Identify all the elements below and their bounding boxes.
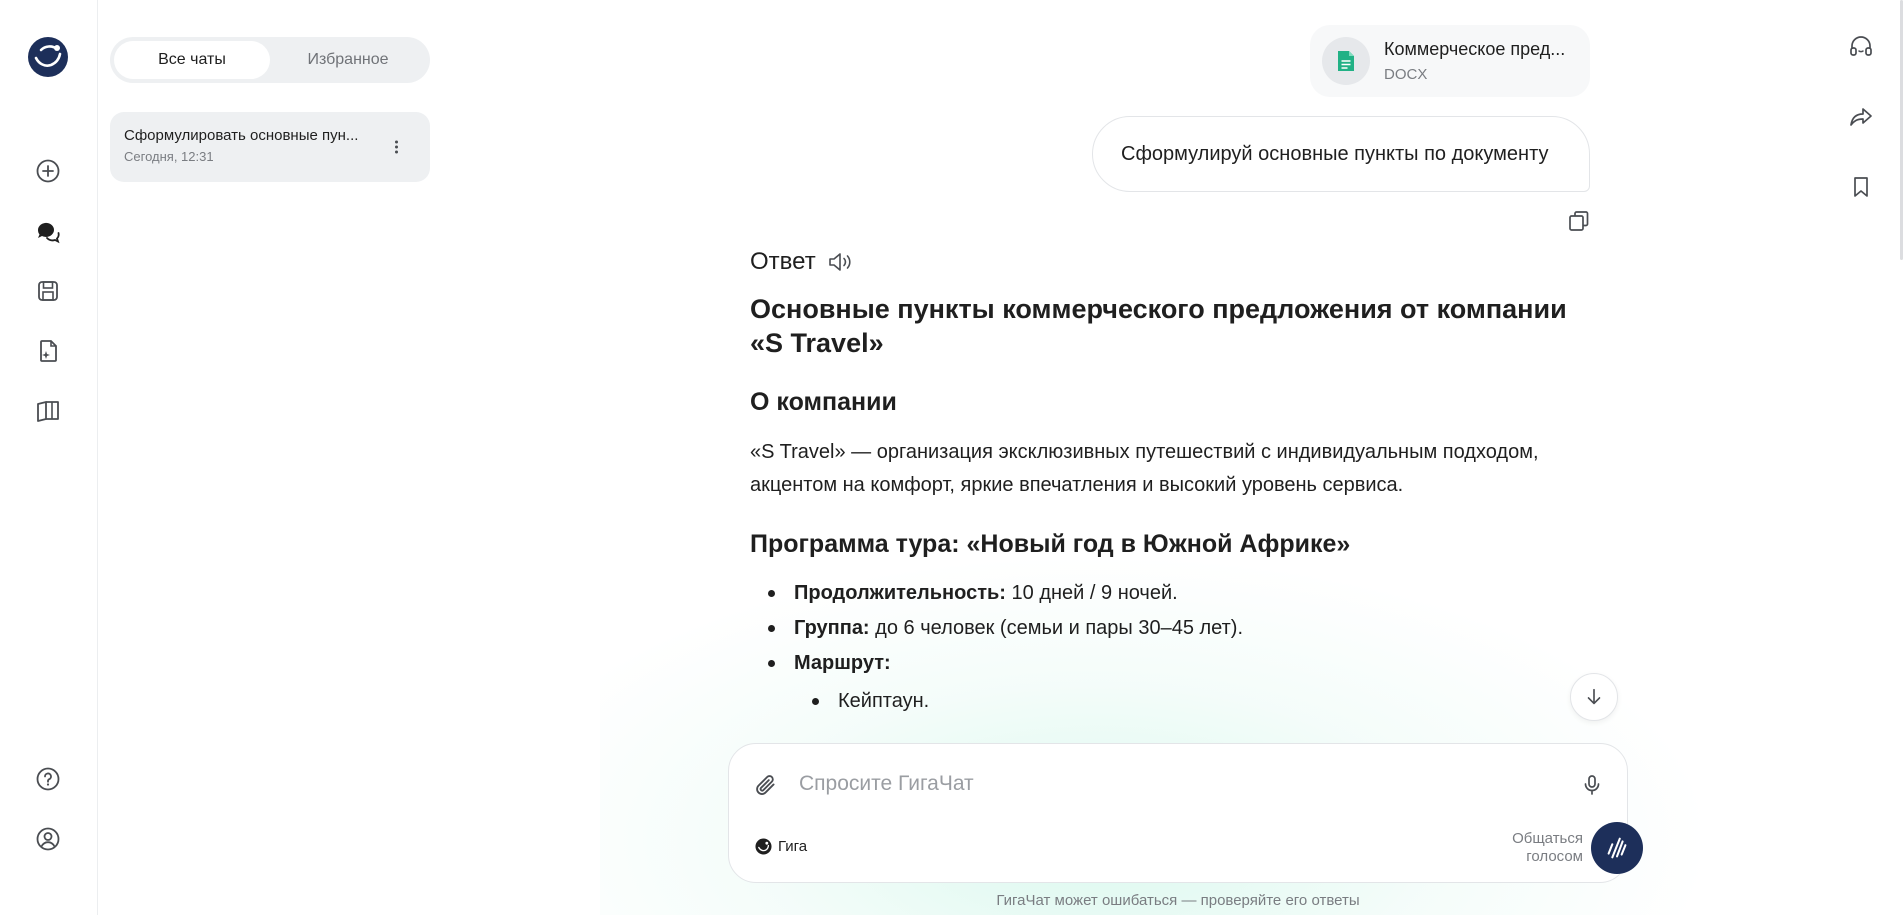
left-rail — [0, 0, 98, 915]
assistant-answer: Ответ Основные пункты коммерческого пред… — [750, 246, 1610, 730]
tab-all-chats[interactable]: Все чаты — [114, 41, 270, 79]
voice-mode-label: Общаться голосом — [1512, 830, 1583, 865]
copy-icon[interactable] — [1564, 206, 1594, 236]
headset-icon[interactable] — [1844, 30, 1878, 64]
speaker-icon[interactable] — [826, 247, 856, 277]
gigachat-logo-icon[interactable] — [27, 36, 69, 78]
microphone-icon[interactable] — [1575, 768, 1609, 802]
document-ai-icon[interactable] — [31, 334, 65, 368]
list-item: Маршрут: — [750, 646, 1610, 681]
paperclip-icon[interactable] — [749, 768, 783, 802]
message-composer: Гига Общаться голосом — [728, 743, 1643, 883]
scrollbar-thumb[interactable] — [1900, 0, 1903, 260]
gigachat-app: Все чаты Избранное Сформулировать основн… — [0, 0, 1904, 915]
scroll-down-button[interactable] — [1570, 673, 1618, 721]
tab-favorites[interactable]: Избранное — [270, 41, 426, 79]
page-scrollbar[interactable] — [1899, 0, 1904, 915]
document-file-icon — [1322, 37, 1370, 85]
about-text: «S Travel» — организация эксклюзивных пу… — [750, 441, 1539, 496]
user-message: Сформулируй основные пункты по документу — [1092, 116, 1590, 192]
model-label: Гига — [778, 837, 808, 855]
chat-item-time: Сегодня, 12:31 — [124, 149, 214, 164]
new-chat-icon[interactable] — [31, 154, 65, 188]
help-icon[interactable] — [31, 762, 65, 796]
giga-model-icon — [755, 837, 772, 855]
about-heading: О компании — [750, 388, 897, 416]
arrow-down-icon — [1587, 688, 1601, 705]
list-subitem: Кейптаун. — [750, 681, 1610, 721]
attachment-type: DOCX — [1384, 66, 1428, 83]
list-item: Продолжительность: 10 дней / 9 ночей. — [750, 576, 1610, 611]
program-heading: Программа тура: «Новый год в Южной Африк… — [750, 530, 1351, 558]
list-item: Группа: до 6 человек (семьи и пары 30–45… — [750, 611, 1610, 646]
chats-icon[interactable] — [31, 214, 65, 248]
chat-list-item[interactable]: Сформулировать основные пун... Сегодня, … — [110, 112, 430, 182]
book-icon[interactable] — [31, 394, 65, 428]
saved-icon[interactable] — [31, 274, 65, 308]
right-toolbar — [1840, 0, 1884, 915]
profile-icon[interactable] — [31, 822, 65, 856]
answer-label: Ответ — [750, 248, 816, 275]
chat-filter-tabs: Все чаты Избранное — [110, 37, 430, 83]
attachment-chip[interactable]: Коммерческое пред... DOCX — [1310, 25, 1590, 97]
answer-title: Основные пункты коммерческого предложени… — [750, 294, 1567, 358]
share-icon[interactable] — [1844, 100, 1878, 134]
voice-mode-button[interactable] — [1591, 822, 1643, 874]
bookmark-icon[interactable] — [1844, 170, 1878, 204]
model-selector[interactable]: Гига — [755, 834, 807, 858]
chat-item-title: Сформулировать основные пун... — [124, 127, 359, 144]
soundwave-icon — [1607, 837, 1627, 859]
attachment-name: Коммерческое пред... — [1384, 39, 1566, 59]
chats-panel: Все чаты Избранное Сформулировать основн… — [110, 0, 434, 915]
chat-main: Коммерческое пред... DOCX Сформулируй ос… — [434, 0, 1854, 915]
disclaimer-text: ГигаЧат может ошибаться — проверяйте его… — [996, 892, 1360, 909]
program-list: Продолжительность: 10 дней / 9 ночей. Гр… — [750, 576, 1610, 721]
prompt-input[interactable] — [799, 764, 1559, 804]
more-options-icon[interactable] — [386, 136, 406, 158]
